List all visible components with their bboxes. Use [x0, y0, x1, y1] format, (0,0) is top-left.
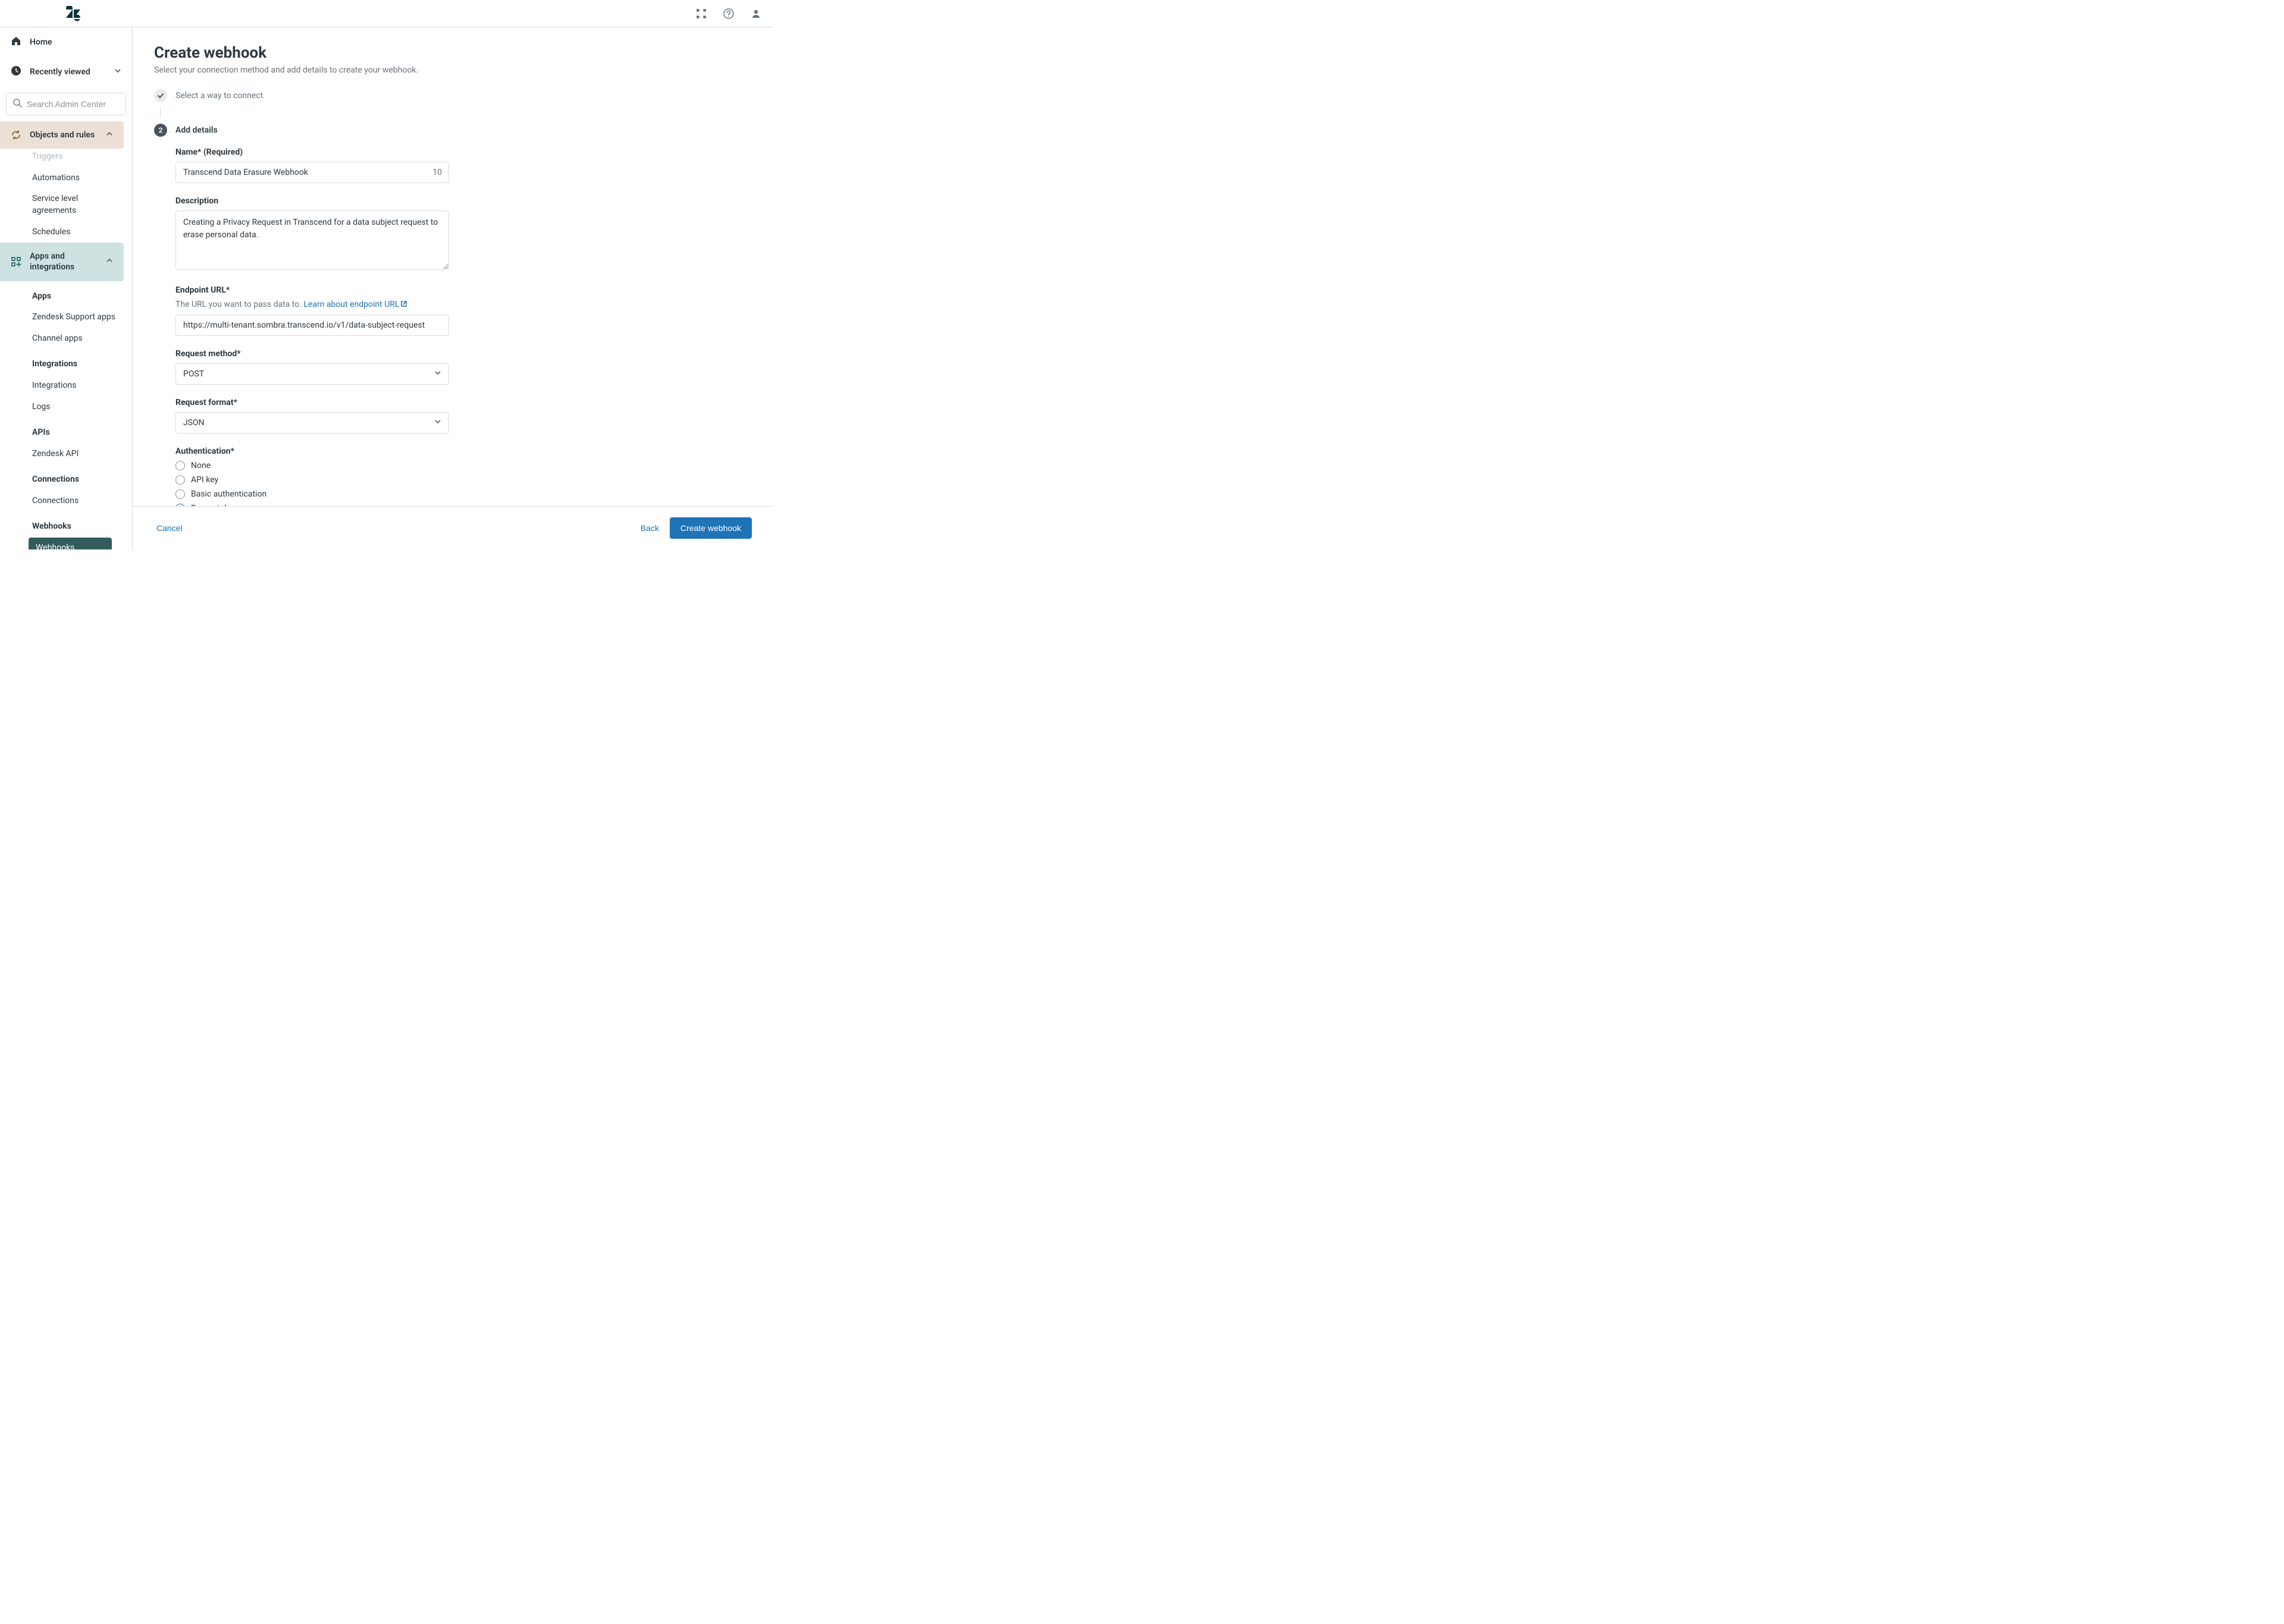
sidebar-item-logs[interactable]: Logs: [0, 397, 124, 418]
widgets-icon: [11, 256, 21, 267]
step-2: 2 Add details: [154, 124, 752, 137]
method-label: Request method*: [175, 349, 449, 359]
sidebar-item-automations[interactable]: Automations: [0, 168, 124, 189]
help-icon[interactable]: [723, 8, 734, 19]
nav-recently-viewed[interactable]: Recently viewed: [0, 57, 132, 87]
nav-recently-viewed-label: Recently viewed: [30, 67, 90, 77]
back-button[interactable]: Back: [638, 519, 661, 538]
topbar: [0, 0, 773, 27]
auth-radio-basic[interactable]: Basic authentication: [175, 489, 449, 499]
search-icon: [12, 98, 22, 110]
endpoint-input[interactable]: [175, 315, 449, 336]
section-label: Objects and rules: [30, 130, 95, 140]
endpoint-help: The URL you want to pass data to. Learn …: [175, 300, 449, 310]
description-input[interactable]: [175, 211, 449, 270]
section-apps-integrations[interactable]: Apps and integrations: [0, 243, 124, 281]
apps-grid-icon[interactable]: [696, 8, 707, 19]
nav-home[interactable]: Home: [0, 27, 132, 57]
external-link-icon: [400, 300, 407, 310]
chevron-down-icon: [114, 67, 121, 77]
sidebar-heading-webhooks: Webhooks: [0, 516, 124, 538]
sidebar-item-connections[interactable]: Connections: [0, 491, 124, 512]
auth-radio-none[interactable]: None: [175, 461, 449, 470]
method-select[interactable]: POST: [175, 363, 449, 385]
sidebar: Home Recently viewed: [0, 27, 133, 549]
chevron-up-icon: [106, 130, 113, 140]
format-select[interactable]: JSON: [175, 412, 449, 434]
home-icon: [11, 36, 21, 49]
sidebar-heading-apps: Apps: [0, 286, 124, 307]
sidebar-item-schedules[interactable]: Schedules: [0, 222, 124, 243]
chevron-up-icon: [106, 257, 113, 266]
sidebar-item-triggers[interactable]: Triggers: [0, 149, 124, 168]
sidebar-heading-connections: Connections: [0, 469, 124, 491]
refresh-icon: [11, 130, 21, 140]
endpoint-label: Endpoint URL*: [175, 285, 449, 295]
sidebar-heading-apis: APIs: [0, 422, 124, 444]
radio-icon: [175, 475, 185, 485]
section-label: Apps and integrations: [30, 251, 98, 272]
format-label: Request format*: [175, 398, 449, 407]
clock-icon: [11, 65, 21, 78]
radio-icon: [175, 461, 185, 470]
cancel-button[interactable]: Cancel: [154, 519, 185, 538]
nav-home-label: Home: [30, 37, 52, 47]
method-value: POST: [183, 369, 204, 379]
search-input[interactable]: [27, 99, 120, 109]
auth-label: Authentication*: [175, 447, 449, 456]
name-counter: 10: [432, 168, 442, 177]
endpoint-help-link[interactable]: Learn about endpoint URL: [303, 300, 399, 309]
format-value: JSON: [183, 418, 205, 428]
sidebar-item-channel-apps[interactable]: Channel apps: [0, 328, 124, 350]
step-2-number: 2: [154, 124, 167, 137]
step-2-label: Add details: [175, 125, 218, 135]
step-1[interactable]: Select a way to connect: [154, 89, 752, 102]
sidebar-heading-integrations: Integrations: [0, 354, 124, 375]
check-icon: [154, 89, 167, 102]
search-box[interactable]: [6, 93, 126, 115]
description-label: Description: [175, 196, 449, 206]
zendesk-logo[interactable]: [65, 6, 81, 21]
page-subtitle: Select your connection method and add de…: [154, 65, 752, 75]
sidebar-item-sla[interactable]: Service level agreements: [0, 189, 124, 221]
auth-radio-api-key[interactable]: API key: [175, 475, 449, 485]
step-connector: [160, 107, 161, 118]
chevron-down-icon: [434, 418, 441, 428]
section-objects-rules[interactable]: Objects and rules: [0, 121, 124, 149]
footer: Cancel Back Create webhook: [133, 506, 773, 549]
name-label: Name* (Required): [175, 147, 449, 157]
name-input[interactable]: [175, 162, 449, 183]
main: Create webhook Select your connection me…: [133, 27, 773, 549]
step-1-label: Select a way to connect: [175, 91, 263, 100]
sidebar-item-zendesk-support-apps[interactable]: Zendesk Support apps: [0, 307, 124, 328]
sidebar-item-integrations[interactable]: Integrations: [0, 375, 124, 397]
user-icon[interactable]: [751, 8, 761, 19]
chevron-down-icon: [434, 369, 441, 379]
radio-icon: [175, 489, 185, 499]
create-webhook-button[interactable]: Create webhook: [670, 517, 752, 539]
page-title: Create webhook: [154, 44, 752, 62]
sidebar-item-zendesk-api[interactable]: Zendesk API: [0, 444, 124, 465]
sidebar-item-webhooks[interactable]: Webhooks: [29, 538, 112, 549]
